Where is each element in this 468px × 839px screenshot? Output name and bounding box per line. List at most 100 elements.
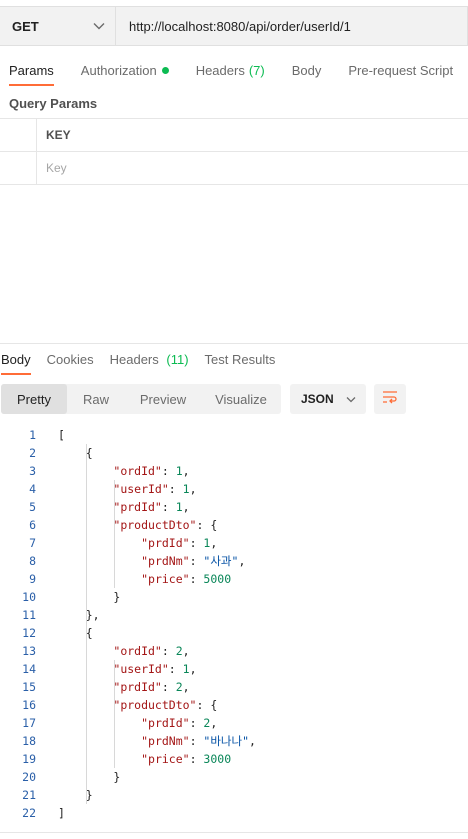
code-line: 9 "price": 5000 [0, 570, 468, 588]
view-mode-group: Pretty Raw Preview Visualize [1, 384, 281, 414]
code-line: 13 "ordId": 2, [0, 642, 468, 660]
code-text: "ordId": 2, [113, 644, 190, 658]
code-text: [ [58, 428, 65, 442]
query-params-title: Query Params [9, 96, 98, 111]
code-line: 20 } [0, 768, 468, 786]
row-gutter[interactable] [0, 152, 37, 184]
chevron-down-icon [93, 17, 105, 35]
line-number: 12 [22, 626, 36, 640]
code-text: } [58, 590, 121, 604]
code-text: "prdId": 2, [141, 716, 218, 730]
request-bar: GET http://localhost:8080/api/order/user… [0, 6, 468, 46]
view-pretty-button[interactable]: Pretty [1, 384, 67, 414]
headers-count-badge: (11) [166, 352, 189, 367]
code-line: 3 "ordId": 1, [0, 462, 468, 480]
tab-label: Pre-request Script [348, 62, 454, 78]
line-number: 16 [22, 698, 36, 712]
url-input[interactable]: http://localhost:8080/api/order/userId/1 [116, 7, 351, 45]
line-number: 6 [29, 518, 36, 532]
bottom-divider [0, 832, 468, 833]
code-line: 5 "prdId": 1, [0, 498, 468, 516]
tab-label: Headers [109, 352, 159, 367]
code-text: "prdId": 1, [141, 536, 218, 550]
response-tab-cookies[interactable]: Cookies [47, 344, 94, 375]
line-number: 5 [29, 500, 36, 514]
code-line: 4 "userId": 1, [0, 480, 468, 498]
code-line: 12 { [0, 624, 468, 642]
tab-body[interactable]: Body [292, 52, 322, 86]
code-text: { [58, 446, 93, 460]
view-visualize-button[interactable]: Visualize [201, 384, 281, 414]
code-line: 11 }, [0, 606, 468, 624]
response-tab-body[interactable]: Body [1, 344, 31, 375]
tab-label: Headers [195, 62, 245, 78]
code-line: 6 "productDto": { [0, 516, 468, 534]
line-number: 10 [22, 590, 36, 604]
format-label: JSON [301, 392, 334, 406]
view-preview-button[interactable]: Preview [125, 384, 201, 414]
row-gutter [0, 119, 37, 151]
code-line: 17 "prdId": 2, [0, 714, 468, 732]
tab-authorization[interactable]: Authorization [81, 52, 169, 86]
line-number: 22 [22, 806, 36, 820]
code-text: }, [58, 608, 100, 622]
code-line: 19 "price": 3000 [0, 750, 468, 768]
line-number: 13 [22, 644, 36, 658]
line-number: 19 [22, 752, 36, 766]
tab-pre-request-script[interactable]: Pre-request Script [348, 52, 453, 86]
status-dot-icon [161, 66, 169, 74]
format-select[interactable]: JSON [290, 384, 366, 414]
table-row: Key [0, 152, 468, 185]
code-line: 16 "productDto": { [0, 696, 468, 714]
method-label: GET [12, 18, 39, 34]
response-body-code[interactable]: 1[2 {3 "ordId": 1, 4 "userId": 1, 5 "prdId… [0, 426, 468, 822]
response-tabs: Body Cookies Headers (11) Test Results [0, 344, 289, 375]
code-text: { [58, 626, 93, 640]
key-input[interactable]: Key [37, 152, 67, 184]
line-number: 9 [29, 572, 36, 586]
wrap-lines-icon [382, 390, 398, 409]
code-text: ] [58, 806, 65, 820]
tab-label: Body [291, 62, 322, 78]
code-line: 21 } [0, 786, 468, 804]
code-line: 22] [0, 804, 468, 822]
code-text: "prdNm": "바나나", [141, 734, 256, 748]
view-raw-button[interactable]: Raw [67, 384, 125, 414]
line-number: 15 [22, 680, 36, 694]
method-select[interactable]: GET [0, 7, 116, 45]
line-number: 2 [29, 446, 36, 460]
tab-label: Authorization [80, 62, 157, 78]
line-number: 18 [22, 734, 36, 748]
key-column-header: KEY [46, 128, 71, 142]
tab-headers[interactable]: Headers (7) [196, 52, 265, 86]
response-tab-headers[interactable]: Headers (11) [110, 344, 189, 375]
line-number: 7 [29, 536, 36, 550]
code-text: } [58, 770, 121, 784]
line-number: 21 [22, 788, 36, 802]
code-line: 8 "prdNm": "사과", [0, 552, 468, 570]
code-text: "prdNm": "사과", [141, 554, 246, 568]
code-text: } [58, 788, 93, 802]
headers-count-badge: (7) [248, 62, 265, 78]
tab-label: Body [1, 352, 31, 367]
tab-label: Test Results [204, 352, 276, 367]
tab-label: Params [9, 62, 54, 78]
code-line: 18 "prdNm": "바나나", [0, 732, 468, 750]
code-text: "ordId": 1, [113, 464, 190, 478]
code-line: 1[ [0, 426, 468, 444]
tab-params[interactable]: Params [9, 52, 54, 86]
code-line: 7 "prdId": 1, [0, 534, 468, 552]
code-line: 10 } [0, 588, 468, 606]
query-params-table: KEY Key [0, 118, 468, 185]
code-text: "productDto": { [113, 518, 218, 532]
code-text: "price": 5000 [141, 572, 232, 586]
line-number: 8 [29, 554, 36, 568]
response-tab-test-results[interactable]: Test Results [205, 344, 276, 375]
chevron-down-icon [346, 392, 356, 406]
wrap-lines-button[interactable] [374, 384, 406, 414]
table-header-row: KEY [0, 119, 468, 152]
line-number: 17 [22, 716, 36, 730]
code-text: "prdId": 1, [113, 500, 190, 514]
line-number: 14 [22, 662, 36, 676]
code-text: "userId": 1, [113, 482, 197, 496]
